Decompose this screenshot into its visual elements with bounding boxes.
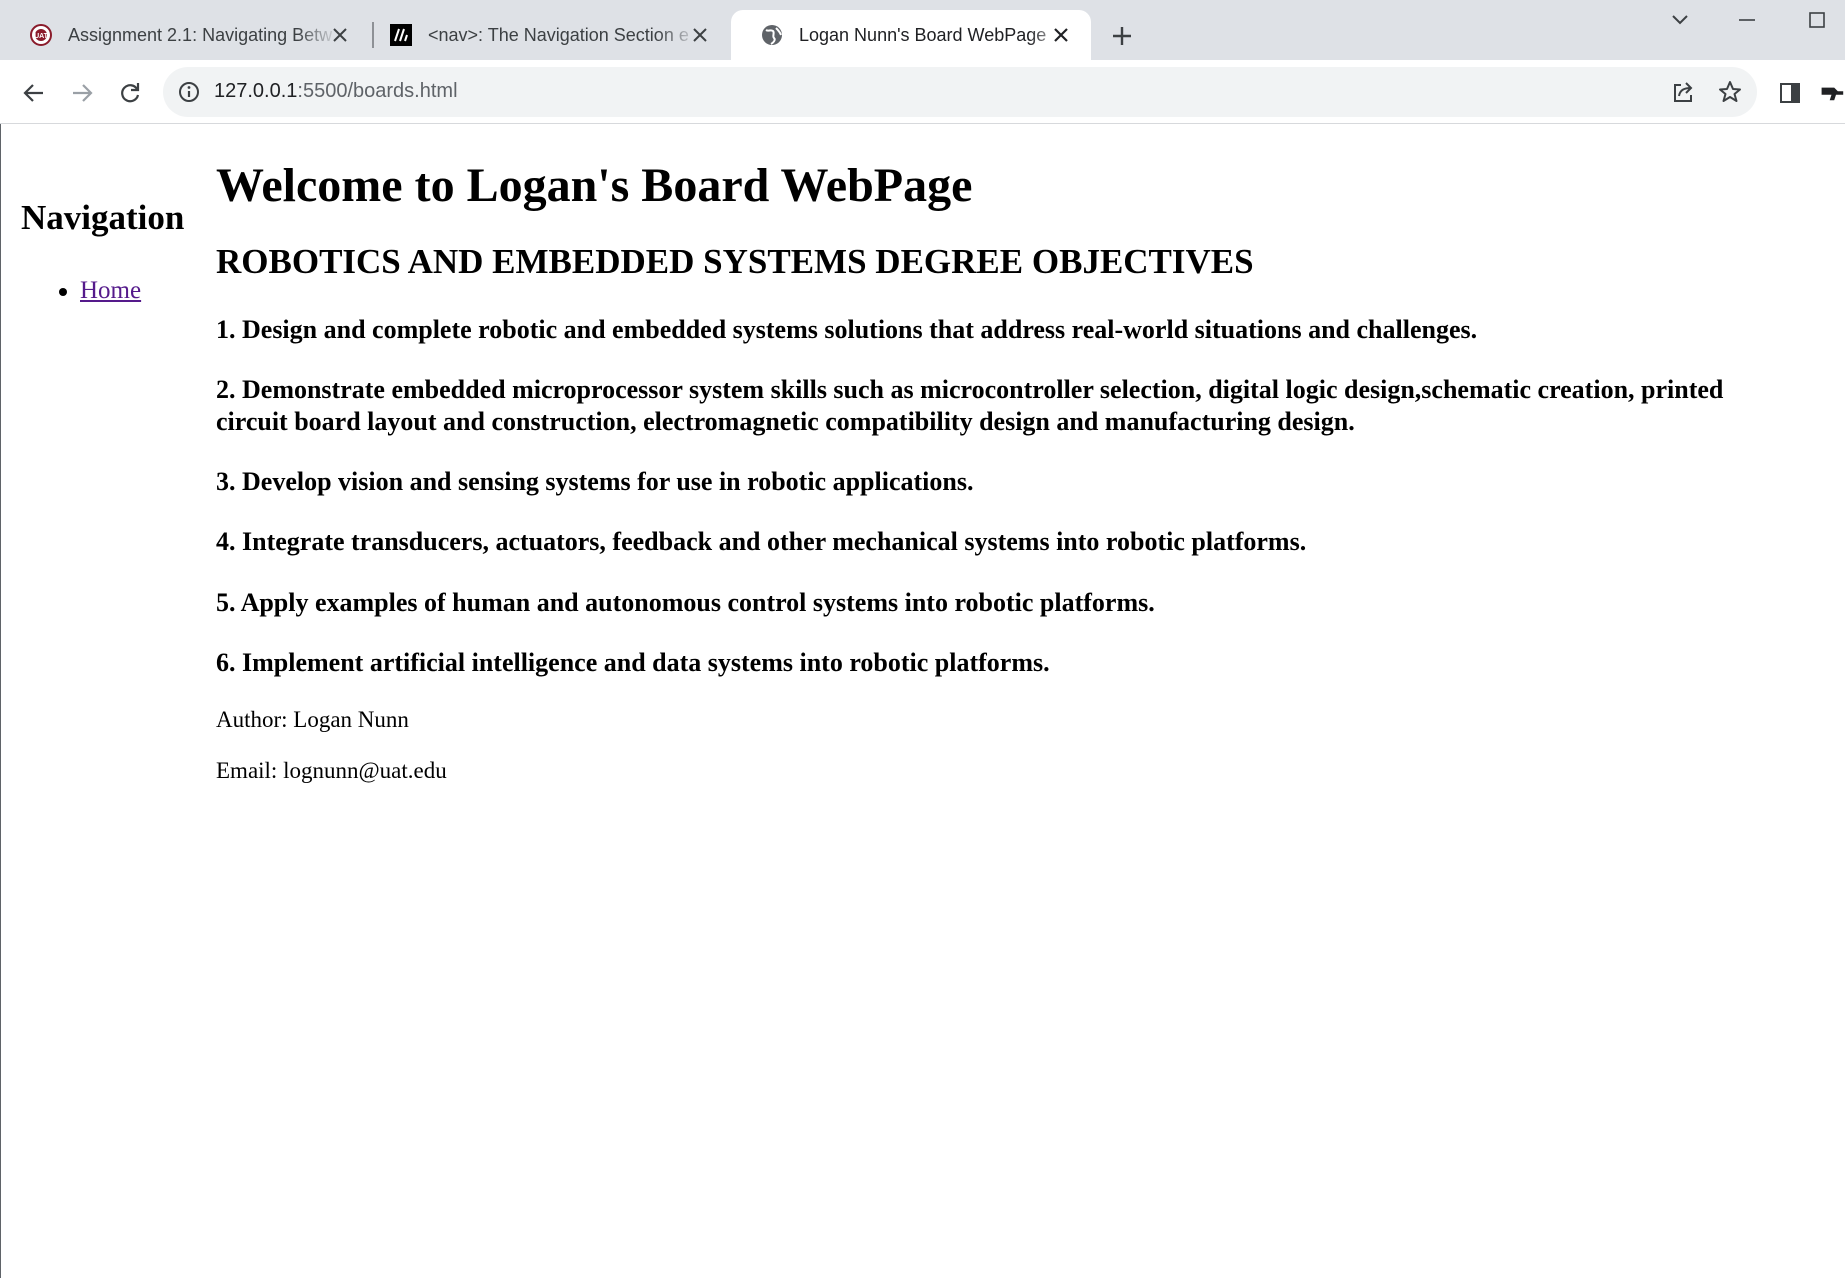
- url-host: 127.0.0.1: [214, 80, 298, 102]
- address-bar[interactable]: 127.0.0.1:5500/boards.html: [163, 67, 1757, 117]
- page-content: Navigation Home Welcome to Logan's Board…: [0, 125, 1845, 1278]
- reload-icon[interactable]: [113, 76, 147, 110]
- tab-title: Logan Nunn's Board WebPage: [799, 24, 1047, 45]
- close-tab-icon[interactable]: [1049, 23, 1073, 47]
- objective-2: 2. Demonstrate embedded microprocessor s…: [216, 375, 1724, 404]
- objective-3: 3. Develop vision and sensing systems fo…: [216, 467, 974, 496]
- home-link[interactable]: Home: [80, 277, 141, 304]
- nav-list: Home: [59, 277, 141, 305]
- site-info-icon[interactable]: [177, 80, 201, 104]
- objective-5: 5. Apply examples of human and autonomou…: [216, 588, 1155, 617]
- tab-title: <nav>: The Navigation Section e: [428, 24, 689, 45]
- objective-1: 1. Design and complete robotic and embed…: [216, 315, 1478, 344]
- browser-toolbar: 127.0.0.1:5500/boards.html: [0, 60, 1845, 124]
- tab-strip: UAT Assignment 2.1: Navigating Betw <nav…: [0, 0, 1845, 60]
- author-text: Author: Logan Nunn: [216, 707, 409, 732]
- maximize-icon[interactable]: [1797, 6, 1837, 34]
- objective-4: 4. Integrate transducers, actuators, fee…: [216, 527, 1307, 556]
- tab-mdn-nav[interactable]: <nav>: The Navigation Section e: [360, 10, 730, 60]
- forward-arrow-icon[interactable]: [65, 76, 99, 110]
- mdn-logo-icon: [390, 24, 412, 46]
- minimize-icon[interactable]: [1727, 6, 1767, 34]
- globe-icon: [761, 24, 783, 46]
- url-path: :5500/boards.html: [297, 80, 458, 102]
- section-heading: ROBOTICS AND EMBEDDED SYSTEMS DEGREE OBJ…: [216, 242, 1254, 281]
- objective-2-continued: circuit board layout and construction, e…: [216, 407, 1355, 436]
- tab-title: Assignment 2.1: Navigating Betw: [68, 24, 333, 45]
- new-tab-button[interactable]: [1108, 22, 1136, 50]
- nav-title: Navigation: [21, 198, 185, 237]
- tab-assignment[interactable]: UAT Assignment 2.1: Navigating Betw: [0, 10, 370, 60]
- tab-boards[interactable]: Logan Nunn's Board WebPage: [731, 10, 1091, 60]
- bookmark-star-icon[interactable]: [1716, 78, 1744, 106]
- share-icon[interactable]: [1669, 78, 1697, 106]
- objective-6: 6. Implement artificial intelligence and…: [216, 648, 1050, 677]
- tab-search-icon[interactable]: [1660, 6, 1700, 34]
- url-text[interactable]: 127.0.0.1:5500/boards.html: [214, 80, 458, 103]
- side-panel-icon[interactable]: [1773, 76, 1807, 110]
- email-text: Email: lognunn@uat.edu: [216, 758, 447, 783]
- page-title: Welcome to Logan's Board WebPage: [216, 159, 973, 212]
- extension-icon[interactable]: [1818, 76, 1845, 110]
- back-arrow-icon[interactable]: [17, 76, 51, 110]
- nav-item-home: Home: [59, 277, 141, 305]
- svg-text:UAT: UAT: [34, 33, 49, 40]
- uat-logo-icon: UAT: [30, 24, 52, 46]
- close-tab-icon[interactable]: [688, 23, 712, 47]
- close-tab-icon[interactable]: [328, 23, 352, 47]
